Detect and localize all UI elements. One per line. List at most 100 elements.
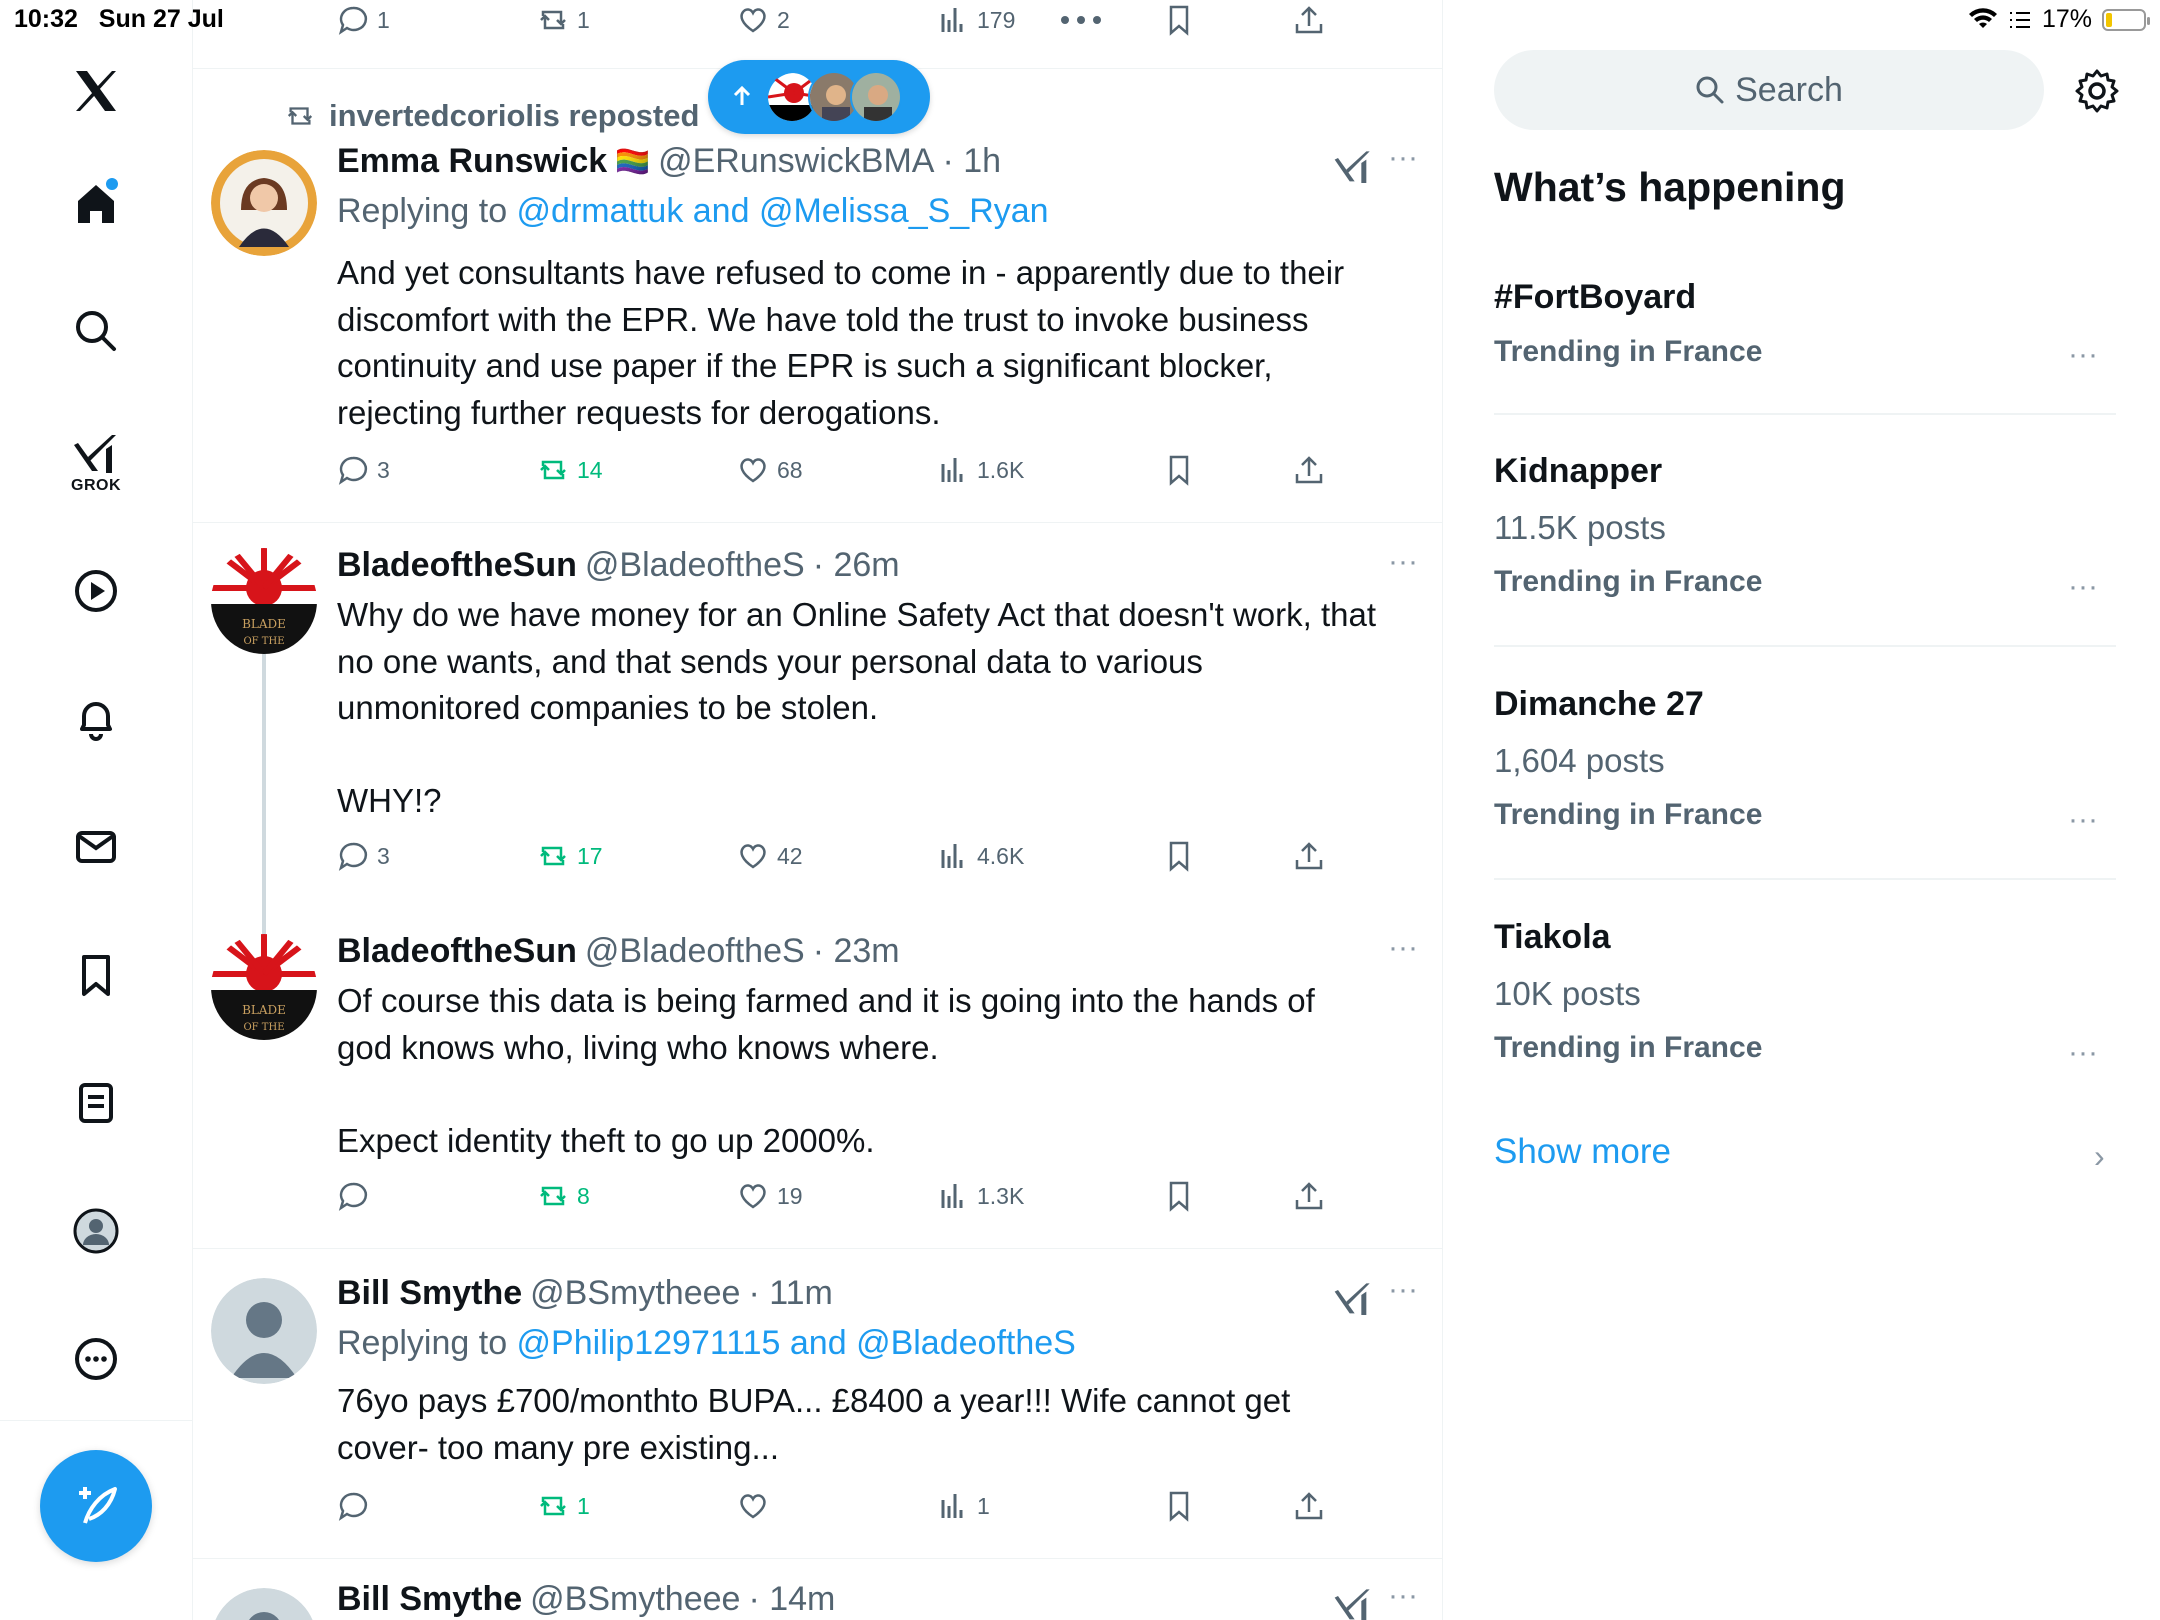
nav-notifications[interactable] bbox=[46, 684, 146, 754]
new-posts-pill[interactable] bbox=[708, 60, 930, 134]
views-button[interactable]: 4.6K bbox=[937, 836, 1024, 876]
reply-button[interactable]: 3 bbox=[337, 836, 390, 876]
nav-explore[interactable] bbox=[46, 296, 146, 366]
bookmark-button[interactable] bbox=[1163, 450, 1195, 490]
nav-lists[interactable] bbox=[46, 1068, 146, 1138]
reply-icon bbox=[338, 1182, 368, 1211]
reply-count: 3 bbox=[377, 842, 390, 869]
trend-item[interactable]: #FortBoyard Trending in France ··· bbox=[1494, 278, 2116, 372]
like-button[interactable] bbox=[737, 1486, 777, 1526]
messages-icon bbox=[76, 831, 116, 863]
status-bar: 10:32 Sun 27 Jul 17% bbox=[0, 0, 2160, 40]
more-options-icon[interactable]: ··· bbox=[1383, 1275, 1423, 1310]
wifi-icon bbox=[1968, 7, 1997, 28]
more-options-icon[interactable]: ··· bbox=[2068, 570, 2098, 604]
timestamp[interactable]: · 26m bbox=[813, 546, 900, 585]
more-options-icon[interactable]: ··· bbox=[2068, 803, 2098, 837]
share-icon bbox=[1295, 1182, 1323, 1210]
grok-icon[interactable] bbox=[1333, 148, 1373, 188]
author-handle[interactable]: @ERunswickBMA bbox=[658, 142, 934, 181]
nav-bookmarks[interactable] bbox=[46, 940, 146, 1010]
views-button[interactable]: 1.6K bbox=[937, 450, 1024, 490]
battery-icon bbox=[2102, 8, 2150, 31]
author-name[interactable]: BladeoftheSun bbox=[337, 932, 577, 971]
bookmark-button[interactable] bbox=[1163, 836, 1195, 876]
nav-video[interactable] bbox=[46, 556, 146, 626]
grok-icon[interactable] bbox=[1333, 1586, 1373, 1620]
views-button[interactable]: 1 bbox=[937, 1486, 990, 1526]
replying-to-link[interactable]: @drmattuk and @Melissa_S_Ryan bbox=[517, 192, 1049, 230]
bookmark-button[interactable] bbox=[1163, 1486, 1195, 1526]
bookmark-icon bbox=[1169, 1181, 1189, 1212]
tweet-3[interactable]: BLADE OF THE BladeoftheSun @BladeoftheS ·… bbox=[193, 908, 1442, 1248]
reply-button[interactable] bbox=[337, 1176, 377, 1216]
like-button[interactable]: 68 bbox=[737, 450, 803, 490]
trend-post-count: 1,604 posts bbox=[1494, 742, 1665, 779]
timestamp[interactable]: · 1h bbox=[942, 142, 1001, 181]
tweet-2[interactable]: BLADE OF THE BladeoftheSun @BladeoftheS ·… bbox=[193, 522, 1442, 908]
avatar[interactable] bbox=[211, 150, 317, 256]
trend-item[interactable]: Dimanche 27 1,604 posts Trending in Fran… bbox=[1494, 685, 2116, 836]
more-options-icon[interactable]: ··· bbox=[2068, 1036, 2098, 1070]
repost-button[interactable]: 17 bbox=[537, 836, 603, 876]
action-bar: 1 1 bbox=[337, 1486, 1337, 1526]
nav-home[interactable] bbox=[46, 168, 146, 238]
views-icon bbox=[941, 844, 963, 868]
tweet-1[interactable]: invertedcoriolis reposted Emma Runswick … bbox=[193, 68, 1442, 522]
author-name[interactable]: Bill Smythe bbox=[337, 1580, 522, 1619]
like-button[interactable]: 19 bbox=[737, 1176, 803, 1216]
repost-button[interactable]: 8 bbox=[537, 1176, 590, 1216]
author-name[interactable]: Bill Smythe bbox=[337, 1274, 522, 1313]
heart-icon bbox=[740, 1184, 766, 1209]
author-handle[interactable]: @BladeoftheS bbox=[585, 546, 805, 585]
clock: 10:32 bbox=[14, 5, 78, 33]
nav-more[interactable] bbox=[46, 1324, 146, 1394]
share-button[interactable] bbox=[1293, 1486, 1325, 1526]
share-button[interactable] bbox=[1293, 1176, 1325, 1216]
profile-icon bbox=[73, 1208, 119, 1254]
bookmark-button[interactable] bbox=[1163, 1176, 1195, 1216]
x-logo-icon[interactable] bbox=[46, 56, 146, 126]
reply-button[interactable] bbox=[337, 1486, 377, 1526]
author-name[interactable]: BladeoftheSun bbox=[337, 546, 577, 585]
avatar[interactable] bbox=[211, 1278, 317, 1384]
timestamp[interactable]: · 11m bbox=[748, 1274, 832, 1313]
author-handle[interactable]: @BSmytheee bbox=[530, 1274, 740, 1313]
timestamp[interactable]: · 23m bbox=[813, 932, 900, 971]
repost-by-label[interactable]: invertedcoriolis reposted bbox=[329, 98, 699, 134]
avatar[interactable] bbox=[211, 1588, 317, 1620]
trend-item[interactable]: Kidnapper 11.5K posts Trending in France… bbox=[1494, 452, 2116, 603]
tweet-header: Emma Runswick 🏳️‍🌈 @ERunswickBMA · 1h bbox=[337, 142, 1001, 181]
share-button[interactable] bbox=[1293, 450, 1325, 490]
more-options-icon[interactable]: ··· bbox=[2068, 338, 2098, 372]
trend-item[interactable]: Tiakola 10K posts Trending in France ··· bbox=[1494, 918, 2116, 1069]
grok-icon[interactable] bbox=[1333, 1280, 1373, 1320]
author-handle[interactable]: @BladeoftheS bbox=[585, 932, 805, 971]
timestamp[interactable]: · 14m bbox=[748, 1580, 835, 1619]
nav-messages[interactable] bbox=[46, 812, 146, 882]
nav-profile[interactable] bbox=[46, 1196, 146, 1266]
author-name[interactable]: Emma Runswick bbox=[337, 142, 607, 181]
more-options-icon[interactable]: ··· bbox=[1383, 143, 1423, 178]
more-options-icon[interactable]: ··· bbox=[1383, 1581, 1423, 1616]
repost-button[interactable]: 1 bbox=[537, 1486, 590, 1526]
avatar[interactable]: BLADE OF THE bbox=[211, 934, 317, 1040]
more-options-icon[interactable]: ··· bbox=[1383, 933, 1423, 968]
nav-grok[interactable]: GROK bbox=[46, 418, 146, 508]
repost-icon bbox=[540, 1496, 566, 1516]
avatar[interactable]: BLADE OF THE bbox=[211, 548, 317, 654]
compose-button[interactable] bbox=[40, 1450, 152, 1562]
tweet-4[interactable]: Bill Smythe @BSmytheee · 11m ··· Replyin… bbox=[193, 1248, 1442, 1558]
like-button[interactable]: 42 bbox=[737, 836, 803, 876]
replying-to-link[interactable]: @Philip12971115 and @BladeoftheS bbox=[517, 1324, 1076, 1362]
reply-button[interactable]: 3 bbox=[337, 450, 390, 490]
tweet-5[interactable]: Bill Smythe @BSmytheee · 14m ··· bbox=[193, 1558, 1442, 1620]
search-input[interactable]: Search bbox=[1494, 50, 2044, 130]
more-options-icon[interactable]: ··· bbox=[1383, 547, 1423, 582]
gear-icon[interactable] bbox=[2074, 68, 2120, 114]
author-handle[interactable]: @BSmytheee bbox=[530, 1580, 740, 1619]
show-more-link[interactable]: Show more bbox=[1494, 1132, 1671, 1172]
repost-button[interactable]: 14 bbox=[537, 450, 603, 490]
share-button[interactable] bbox=[1293, 836, 1325, 876]
views-button[interactable]: 1.3K bbox=[937, 1176, 1024, 1216]
